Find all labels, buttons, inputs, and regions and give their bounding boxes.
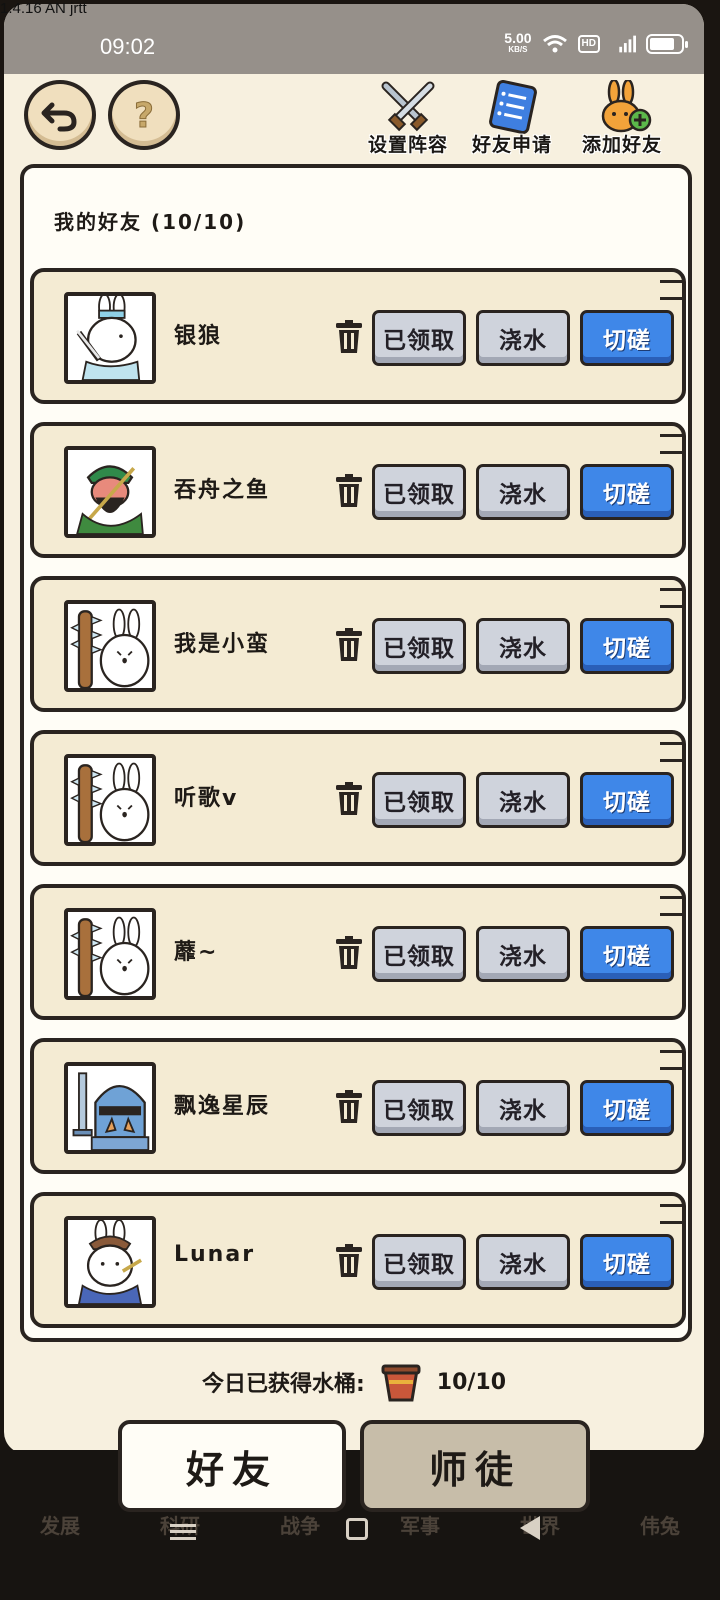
water-button[interactable]: 浇水 [476,926,570,982]
delete-friend-button[interactable] [334,474,364,508]
delete-friend-button[interactable] [334,628,364,662]
trash-icon [336,474,362,507]
friend-name: Lunar [174,1242,256,1267]
claimed-button[interactable]: 已领取 [372,310,466,366]
status-icons: 5.00 KB/S HD [504,30,688,56]
debug-version-label: 1.4.16 AN jrtt [0,0,87,17]
tab-friends[interactable]: 好友 [118,1420,346,1512]
friends-count-title: 我的好友 (10/10) [54,210,247,234]
friend-row: 我是小蛮 已领取 浇水 切磋 [30,576,686,712]
friend-name: 我是小蛮 [174,632,271,657]
friend-row: Lunar 已领取 浇水 切磋 [30,1192,686,1328]
spar-button[interactable]: 切磋 [580,464,674,520]
request-list-icon [489,79,537,135]
system-nav-bar [0,1510,720,1550]
wifi-icon [542,34,568,54]
friend-requests-label: 好友申请 [471,134,552,156]
status-time: 09:02 [100,34,156,59]
claimed-button[interactable]: 已领取 [372,772,466,828]
status-bar: 09:02 5.00 KB/S HD [4,4,704,74]
today-bucket-value: 10/10 [436,1369,507,1395]
friend-row: 银狼 已领取 浇水 切磋 [30,268,686,404]
network-speed: 5.00 KB/S [504,30,532,54]
help-button[interactable]: ? [108,80,180,150]
water-button[interactable]: 浇水 [476,1080,570,1136]
trash-icon [336,628,362,661]
avatar[interactable] [64,908,156,1000]
spar-button[interactable]: 切磋 [580,772,674,828]
trash-icon [336,936,362,969]
today-bucket-summary: 今日已获得水桶: 10/10 [4,1354,704,1410]
delete-friend-button[interactable] [334,782,364,816]
water-button[interactable]: 浇水 [476,464,570,520]
avatar[interactable] [64,1216,156,1308]
spar-button[interactable]: 切磋 [580,310,674,366]
spar-button[interactable]: 切磋 [580,1234,674,1290]
avatar[interactable] [64,600,156,692]
avatar[interactable] [64,754,156,846]
delete-friend-button[interactable] [334,936,364,970]
water-button[interactable]: 浇水 [476,618,570,674]
game-screen: 09:02 5.00 KB/S HD ? 设置阵容 好友申请 添加好友 我的好友… [4,4,704,1454]
spar-button[interactable]: 切磋 [580,618,674,674]
today-bucket-label: 今日已获得水桶: [201,1372,365,1397]
spar-button[interactable]: 切磋 [580,926,674,982]
add-friend-button[interactable]: 添加好友 [574,78,670,156]
set-lineup-label: 设置阵容 [367,134,448,156]
delete-friend-button[interactable] [334,1090,364,1124]
friends-panel: 我的好友 (10/10) 银狼 已领取 浇水 切磋 吞舟之鱼 已领取 浇水 切磋 我是小蛮 已领取… [20,164,692,1342]
spar-button[interactable]: 切磋 [580,1080,674,1136]
signal-5g-icon [610,34,636,54]
question-mark-icon: ? [134,96,155,136]
hd-icon: HD [577,35,600,53]
home-icon[interactable] [346,1518,368,1540]
avatar[interactable] [64,1062,156,1154]
set-lineup-button[interactable]: 设置阵容 [360,80,456,156]
friend-row: 听歌v 已领取 浇水 切磋 [30,730,686,866]
claimed-button[interactable]: 已领取 [372,618,466,674]
friend-list: 银狼 已领取 浇水 切磋 吞舟之鱼 已领取 浇水 切磋 我是小蛮 已领取 浇水 切磋 听歌v 已领取 浇水切… [30,268,686,1338]
trash-icon [336,782,362,815]
undo-arrow-icon [41,102,77,132]
recent-apps-icon[interactable] [170,1524,196,1540]
claimed-button[interactable]: 已领取 [372,926,466,982]
friend-requests-button[interactable]: 好友申请 [464,79,560,156]
trash-icon [336,1090,362,1123]
claimed-button[interactable]: 已领取 [372,1080,466,1136]
crossed-swords-icon [381,81,435,132]
friend-name: 银狼 [174,324,223,349]
avatar[interactable] [64,446,156,538]
add-friend-label: 添加好友 [581,134,662,156]
claimed-button[interactable]: 已领取 [372,464,466,520]
friend-name: 听歌v [174,786,239,811]
friend-name: 吞舟之鱼 [174,478,271,503]
water-button[interactable]: 浇水 [476,310,570,366]
back-triangle-icon[interactable] [520,1516,540,1540]
trash-icon [336,1244,362,1277]
avatar[interactable] [64,292,156,384]
friend-row: 飘逸星辰 已领取 浇水 切磋 [30,1038,686,1174]
friend-row: 吞舟之鱼 已领取 浇水 切磋 [30,422,686,558]
delete-friend-button[interactable] [334,1244,364,1278]
add-friend-rabbit-icon [601,78,652,133]
battery-icon [646,34,688,54]
back-button[interactable] [24,80,96,150]
friend-name: 飘逸星辰 [174,1094,271,1119]
delete-friend-button[interactable] [334,320,364,354]
friend-row: 蘼~ 已领取 浇水 切磋 [30,884,686,1020]
water-bucket-icon [381,1364,421,1402]
friend-name: 蘼~ [174,940,219,965]
water-button[interactable]: 浇水 [476,1234,570,1290]
trash-icon [336,320,362,353]
tab-mentor[interactable]: 师徒 [360,1420,590,1512]
svg-text:?: ? [134,96,154,135]
water-button[interactable]: 浇水 [476,772,570,828]
claimed-button[interactable]: 已领取 [372,1234,466,1290]
